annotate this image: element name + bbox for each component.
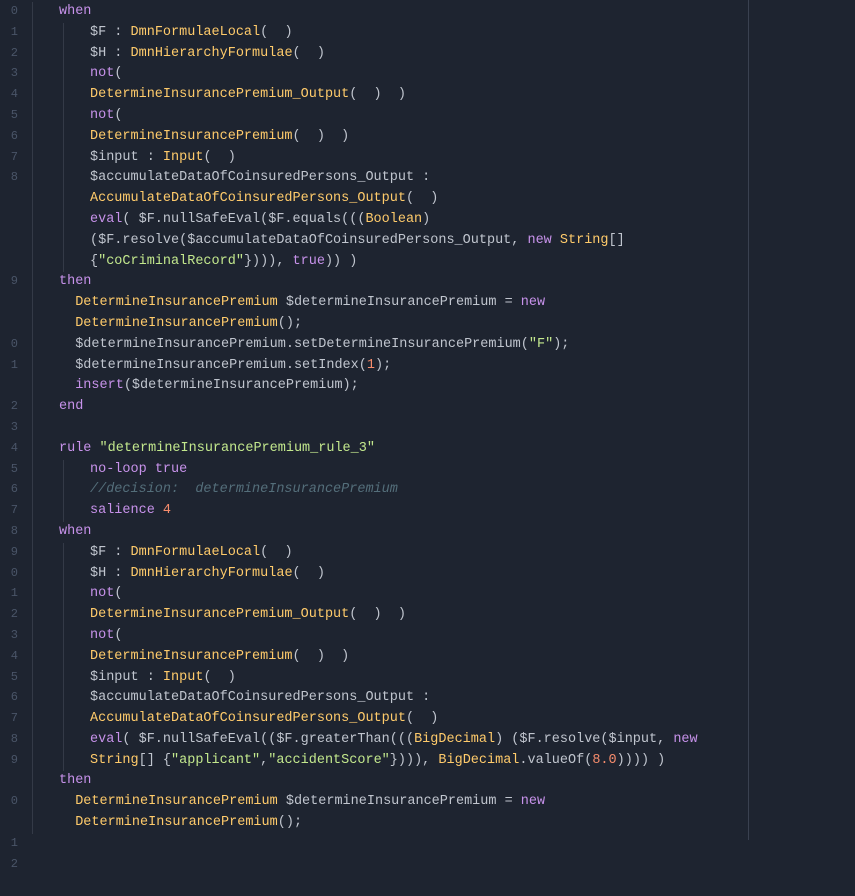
code-line[interactable]: $H : DmnHierarchyFormulae( ) [28,44,855,65]
code-line[interactable]: DetermineInsurancePremium_Output( ) ) [28,605,855,626]
line-number: 6 [0,480,24,501]
line-number [0,252,24,273]
line-number: 2 [0,44,24,65]
line-number: 1 [0,23,24,44]
line-number: 6 [0,688,24,709]
code-line[interactable]: when [28,2,855,23]
line-number: 0 [0,335,24,356]
line-number: 1 [0,356,24,377]
line-number: 5 [0,106,24,127]
code-line[interactable]: not( [28,106,855,127]
line-number: 2 [0,605,24,626]
code-line[interactable]: DetermineInsurancePremium $determineInsu… [28,792,855,813]
line-number: 3 [0,626,24,647]
code-line[interactable]: $determineInsurancePremium.setDetermineI… [28,335,855,356]
line-number: 2 [0,397,24,418]
code-line[interactable]: salience 4 [28,501,855,522]
code-line[interactable]: DetermineInsurancePremium( ) ) [28,127,855,148]
line-number: 8 [0,522,24,543]
code-line[interactable]: AccumulateDataOfCoinsuredPersons_Output(… [28,709,855,730]
line-number [0,813,24,834]
code-line[interactable]: AccumulateDataOfCoinsuredPersons_Output(… [28,189,855,210]
code-line[interactable]: DetermineInsurancePremium_Output( ) ) [28,85,855,106]
line-number: 9 [0,543,24,564]
line-number [0,189,24,210]
line-number: 0 [0,792,24,813]
line-number: 3 [0,64,24,85]
code-line[interactable]: when [28,522,855,543]
code-line[interactable]: String[] {"applicant","accidentScore"}))… [28,751,855,772]
code-line[interactable]: then [28,272,855,293]
line-number [0,771,24,792]
line-number: 9 [0,751,24,772]
code-line[interactable]: $accumulateDataOfCoinsuredPersons_Output… [28,168,855,189]
code-line[interactable]: end [28,397,855,418]
code-line[interactable]: ($F.resolve($accumulateDataOfCoinsuredPe… [28,231,855,252]
code-line[interactable]: not( [28,584,855,605]
code-line[interactable]: rule "determineInsurancePremium_rule_3" [28,439,855,460]
code-line[interactable]: DetermineInsurancePremium(); [28,813,855,834]
code-line[interactable]: {"coCriminalRecord"}))), true)) ) [28,252,855,273]
line-number [0,875,24,896]
line-number: 5 [0,460,24,481]
code-line[interactable]: $F : DmnFormulaeLocal( ) [28,23,855,44]
line-number: 5 [0,668,24,689]
code-line[interactable]: eval( $F.nullSafeEval($F.equals(((Boolea… [28,210,855,231]
line-number: 0 [0,564,24,585]
code-line[interactable]: not( [28,64,855,85]
line-number [0,314,24,335]
code-line[interactable]: DetermineInsurancePremium(); [28,314,855,335]
line-number: 8 [0,730,24,751]
line-number: 2 [0,855,24,876]
line-number: 7 [0,709,24,730]
code-line[interactable]: DetermineInsurancePremium( ) ) [28,647,855,668]
line-number: 4 [0,647,24,668]
line-number: 8 [0,168,24,189]
line-number [0,231,24,252]
line-number: 7 [0,501,24,522]
code-line[interactable]: $determineInsurancePremium.setIndex(1); [28,356,855,377]
line-number [0,376,24,397]
code-line[interactable] [28,418,855,439]
line-number: 4 [0,439,24,460]
code-area[interactable]: when$F : DmnFormulaeLocal( )$H : DmnHier… [24,0,855,840]
code-line[interactable]: no-loop true [28,460,855,481]
line-number: 6 [0,127,24,148]
code-line[interactable]: not( [28,626,855,647]
code-line[interactable]: DetermineInsurancePremium $determineInsu… [28,293,855,314]
code-line[interactable]: //decision: determineInsurancePremium [28,480,855,501]
code-line[interactable]: $F : DmnFormulaeLocal( ) [28,543,855,564]
line-number: 4 [0,85,24,106]
line-number: 7 [0,148,24,169]
code-line[interactable]: $input : Input( ) [28,148,855,169]
code-line[interactable]: eval( $F.nullSafeEval(($F.greaterThan(((… [28,730,855,751]
code-line[interactable]: $accumulateDataOfCoinsuredPersons_Output… [28,688,855,709]
line-number: 9 [0,272,24,293]
code-line[interactable]: $H : DmnHierarchyFormulae( ) [28,564,855,585]
line-number: 0 [0,2,24,23]
line-number [0,210,24,231]
line-number: 1 [0,584,24,605]
line-number: 1 [0,834,24,855]
code-line[interactable]: $input : Input( ) [28,668,855,689]
code-line[interactable]: insert($determineInsurancePremium); [28,376,855,397]
code-line[interactable]: then [28,771,855,792]
line-number-gutter: 012345678901234567890123456789012 [0,0,24,840]
code-editor[interactable]: 012345678901234567890123456789012 when$F… [0,0,855,840]
line-number [0,293,24,314]
line-number: 3 [0,418,24,439]
